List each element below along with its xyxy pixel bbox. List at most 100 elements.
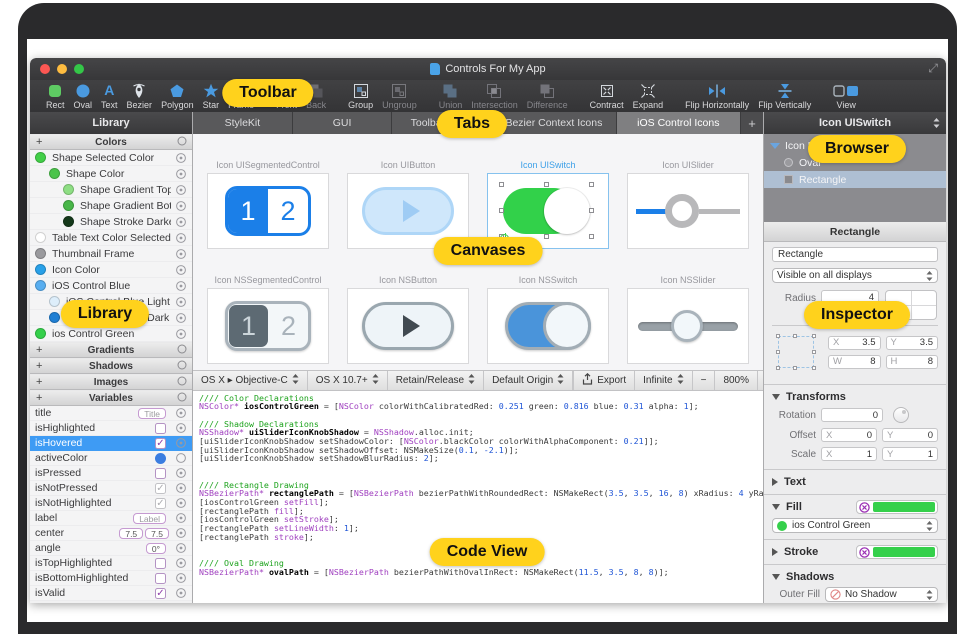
variable-row-isvalid[interactable]: isValid✓ — [30, 586, 192, 601]
target-icon[interactable] — [175, 497, 187, 509]
toolbar-item-oval[interactable]: Oval — [74, 82, 93, 110]
target-icon[interactable] — [175, 168, 187, 180]
toolbar-item-expand[interactable]: Expand — [633, 82, 664, 110]
checkbox[interactable]: ✓ — [155, 483, 166, 494]
tab-ios-control-icons[interactable]: iOS Control Icons — [617, 112, 741, 134]
target-icon[interactable] — [175, 527, 187, 539]
checkbox[interactable]: ✓ — [155, 588, 166, 599]
x-input[interactable]: X3.5 — [828, 336, 881, 350]
target-icon[interactable] — [175, 184, 187, 196]
variable-row-isnothighlighted[interactable]: isNotHighlighted✓ — [30, 496, 192, 511]
toolbar-item-polygon[interactable]: Polygon — [161, 82, 194, 110]
library-color-row[interactable]: Icon Color — [30, 262, 192, 278]
library-color-row[interactable]: Shape Gradient Bottom — [30, 198, 192, 214]
code-view[interactable]: //// Color DeclarationsNSColor* iosContr… — [193, 391, 763, 604]
library-color-row[interactable]: Shape Stroke Darker — [30, 214, 192, 230]
checkbox[interactable] — [155, 558, 166, 569]
zoom-out-button[interactable]: − — [692, 371, 715, 390]
disclosure-open-icon[interactable] — [770, 143, 780, 149]
target-icon[interactable] — [175, 328, 187, 340]
selection-handle[interactable] — [544, 182, 549, 187]
fill-color-dropdown[interactable]: ios Control Green — [772, 518, 938, 533]
library-section-variables[interactable]: +Variables — [30, 390, 192, 406]
checkbox[interactable]: ✓ — [155, 498, 166, 509]
canvas[interactable] — [627, 288, 749, 364]
library-section-colors[interactable]: +Colors — [30, 134, 192, 150]
toolbar-item-group[interactable]: Group — [348, 82, 373, 110]
selection-handle[interactable] — [499, 182, 504, 187]
target-icon[interactable] — [175, 587, 187, 599]
target-icon[interactable] — [175, 512, 187, 524]
variable-value-field[interactable]: Title — [138, 408, 166, 419]
canvas[interactable] — [627, 173, 749, 249]
target-icon[interactable] — [175, 296, 187, 308]
shape-name-input[interactable]: Rectangle — [772, 247, 938, 262]
tab-stylekit[interactable]: StyleKit — [193, 112, 293, 134]
add-icon[interactable]: + — [36, 377, 42, 387]
minimize-button[interactable] — [57, 64, 67, 74]
toolbar-item-rect[interactable]: Rect — [46, 82, 65, 110]
toolbar-item-flip-horizontally[interactable]: Flip Horizontally — [685, 82, 749, 110]
variable-value-field[interactable]: 7.5 — [145, 528, 169, 539]
library-section-images[interactable]: +Images — [30, 374, 192, 390]
fullscreen-icon[interactable]: ⤢ — [928, 62, 938, 74]
variable-row-angle[interactable]: angle0° — [30, 541, 192, 556]
target-icon[interactable] — [175, 437, 187, 449]
target-icon[interactable] — [175, 572, 187, 584]
library-color-row[interactable]: iOS Control Blue — [30, 278, 192, 294]
library-color-row[interactable]: Thumbnail Frame — [30, 246, 192, 262]
visibility-dropdown[interactable]: Visible on all displays — [772, 268, 938, 283]
offset-y-input[interactable]: Y0 — [882, 428, 938, 442]
fill-section[interactable]: Fill — [764, 497, 946, 517]
toolbar-item-ungroup[interactable]: Ungroup — [382, 82, 417, 110]
target-icon[interactable] — [175, 312, 187, 324]
variable-row-title[interactable]: titleTitle — [30, 406, 192, 421]
add-icon[interactable]: + — [36, 137, 42, 147]
add-icon[interactable]: + — [36, 361, 42, 371]
stroke-swatch[interactable] — [856, 545, 938, 559]
zoom-button[interactable] — [74, 64, 84, 74]
target-icon[interactable] — [175, 152, 187, 164]
toolbar-item-flip-vertically[interactable]: Flip Vertically — [758, 82, 811, 110]
variable-row-isnotpressed[interactable]: isNotPressed✓ — [30, 481, 192, 496]
canvas[interactable] — [347, 288, 469, 364]
tab-bezier-context-icons[interactable]: Bezier Context Icons — [492, 112, 616, 134]
variable-row-label[interactable]: labelLabel — [30, 511, 192, 526]
canvas-mode-dropdown[interactable]: Infinite — [634, 371, 691, 390]
variable-row-ispressed[interactable]: isPressed — [30, 466, 192, 481]
selection-handle[interactable] — [589, 182, 594, 187]
variable-row-ishighlighted[interactable]: isHighlighted — [30, 421, 192, 436]
selection-handle[interactable] — [544, 234, 549, 239]
shadows-section[interactable]: Shadows — [764, 567, 946, 587]
outer-fill-dropdown[interactable]: No Shadow — [825, 587, 938, 602]
toolbar-item-intersection[interactable]: Intersection — [471, 82, 518, 110]
code-option-dropdown-1[interactable]: OS X 10.7+ — [308, 371, 388, 390]
add-tab-button[interactable]: + — [741, 112, 763, 134]
text-section[interactable]: Text — [764, 472, 946, 492]
rotation-knob[interactable] — [893, 407, 909, 423]
browser-item-rectangle[interactable]: Rectangle — [764, 171, 946, 188]
toolbar-item-difference[interactable]: Difference — [527, 82, 568, 110]
toolbar-item-view[interactable]: View — [833, 82, 859, 110]
selection-handle[interactable] — [589, 208, 594, 213]
canvas[interactable]: 12 — [207, 288, 329, 364]
toolbar-item-union[interactable]: Union — [439, 82, 463, 110]
export-button[interactable]: Export — [573, 371, 634, 390]
circle-icon[interactable] — [175, 452, 187, 464]
target-icon[interactable] — [175, 407, 187, 419]
stroke-section[interactable]: Stroke — [764, 542, 946, 562]
variable-row-activecolor[interactable]: activeColor — [30, 451, 192, 466]
target-icon[interactable] — [175, 232, 187, 244]
code-option-dropdown-3[interactable]: Default Origin — [484, 371, 573, 390]
library-color-row[interactable]: Shape Selected Color — [30, 150, 192, 166]
bounds-widget[interactable] — [772, 331, 820, 373]
target-icon[interactable] — [175, 542, 187, 554]
checkbox[interactable] — [155, 423, 166, 434]
toolbar-item-bezier[interactable]: Bezier — [127, 82, 153, 110]
checkbox[interactable] — [155, 468, 166, 479]
scale-x-input[interactable]: X1 — [821, 447, 877, 461]
width-input[interactable]: W8 — [828, 355, 881, 369]
library-color-row[interactable]: Shape Color — [30, 166, 192, 182]
variable-row-center[interactable]: center7.57.5 — [30, 526, 192, 541]
variable-row-ishovered[interactable]: isHovered✓ — [30, 436, 192, 451]
